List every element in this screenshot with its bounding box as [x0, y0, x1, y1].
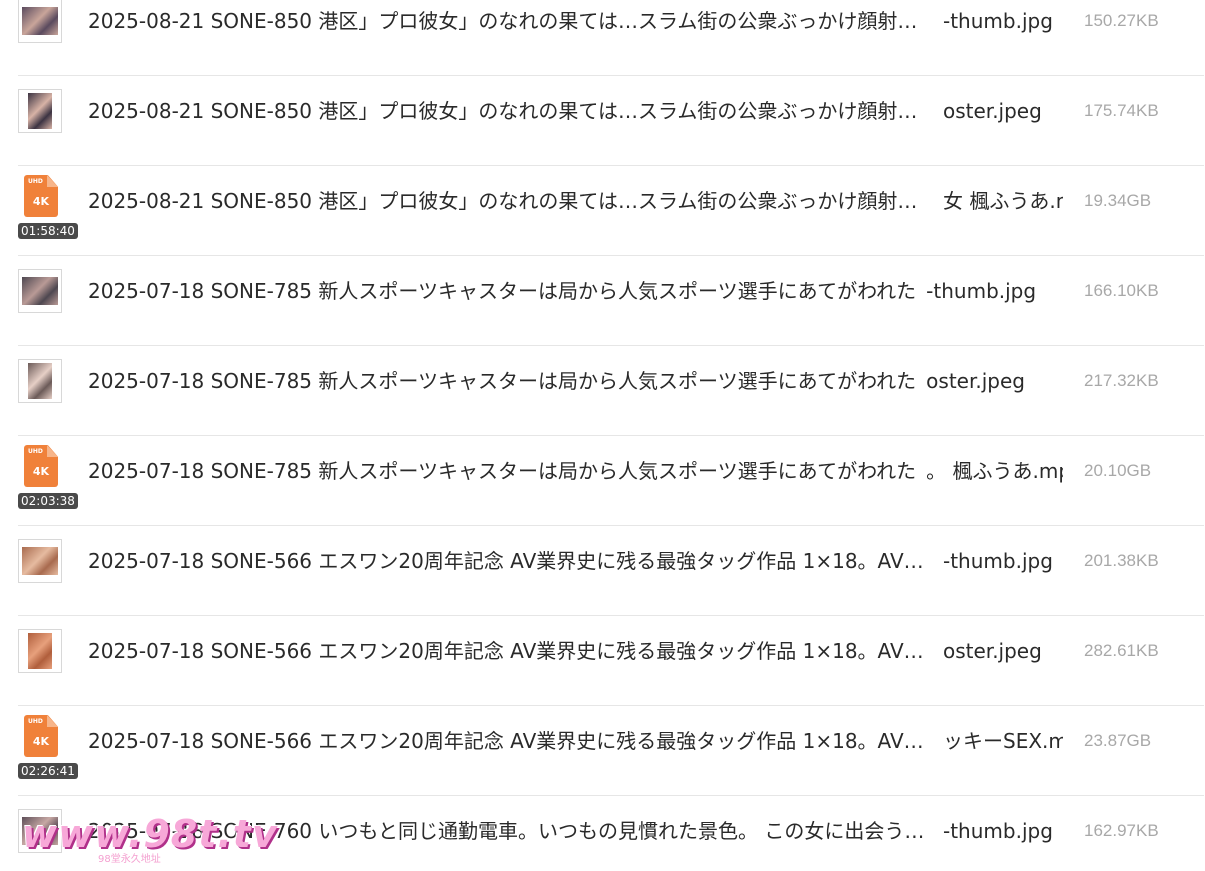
site-watermark: www.98t.tv 98堂永久地址: [22, 812, 277, 871]
uhd-label: UHD: [28, 178, 43, 185]
file-name[interactable]: 2025-08-21 SONE-850 港区」プロ彼女」のなれの果ては…スラム街…: [88, 97, 1063, 125]
watermark-subtext: 98堂永久地址: [98, 854, 161, 865]
image-thumbnail[interactable]: [18, 539, 62, 583]
file-size: 162.97KB: [1084, 821, 1159, 840]
video-4k-icon[interactable]: UHD 4K 02:03:38: [18, 445, 78, 509]
file-name[interactable]: 2025-07-18 SONE-785 新人スポーツキャスターは局から人気スポー…: [88, 367, 1063, 395]
file-name-suffix: ッキーSEX.mp4: [943, 729, 1063, 753]
file-size: 150.27KB: [1084, 11, 1159, 30]
file-name[interactable]: 2025-07-18 SONE-785 新人スポーツキャスターは局から人気スポー…: [88, 457, 1063, 485]
4k-label: 4K: [32, 195, 50, 208]
file-name-suffix: -thumb.jpg: [943, 9, 1053, 33]
file-name-suffix: -thumb.jpg: [926, 279, 1037, 303]
photo-preview-icon: [28, 93, 52, 129]
file-name-suffix: 女 楓ふうあ.mp4: [943, 189, 1063, 213]
file-name-suffix: -thumb.jpg: [943, 549, 1053, 573]
file-size: 201.38KB: [1084, 551, 1159, 570]
video-duration-badge: 01:58:40: [18, 223, 78, 239]
file-name-suffix: -thumb.jpg: [943, 819, 1053, 843]
file-size: 20.10GB: [1084, 461, 1152, 480]
video-4k-icon[interactable]: UHD 4K 02:26:41: [18, 715, 78, 779]
file-size: 23.87GB: [1084, 731, 1152, 750]
photo-preview-icon: [28, 363, 52, 399]
uhd-label: UHD: [28, 448, 43, 455]
file-name-prefix: 2025-07-18 SONE-785 新人スポーツキャスターは局から人気スポー…: [88, 279, 917, 303]
file-name-prefix: 2025-07-18 SONE-566 エスワン20周年記念 AV業界史に残る最…: [88, 549, 933, 573]
file-name-suffix: oster.jpeg: [943, 99, 1042, 123]
uhd-label: UHD: [28, 718, 43, 725]
photo-preview-icon: [22, 547, 58, 575]
image-thumbnail[interactable]: [18, 629, 62, 673]
video-duration-badge: 02:03:38: [18, 493, 78, 509]
file-size: 175.74KB: [1084, 101, 1159, 120]
file-row[interactable]: 2025-07-18 SONE-566 エスワン20周年記念 AV業界史に残る最…: [18, 616, 1204, 706]
file-row[interactable]: 2025-08-21 SONE-850 港区」プロ彼女」のなれの果ては…スラム街…: [18, 0, 1204, 76]
file-size: 166.10KB: [1084, 281, 1159, 300]
file-row[interactable]: 2025-07-18 SONE-785 新人スポーツキャスターは局から人気スポー…: [18, 256, 1204, 346]
file-row[interactable]: UHD 4K 02:03:38 2025-07-18 SONE-785 新人スポーツキ…: [18, 436, 1204, 526]
file-row[interactable]: 2025-07-18 SONE-785 新人スポーツキャスターは局から人気スポー…: [18, 346, 1204, 436]
file-name[interactable]: 2025-08-21 SONE-850 港区」プロ彼女」のなれの果ては…スラム街…: [88, 7, 1063, 35]
file-row[interactable]: 2025-08-21 SONE-850 港区」プロ彼女」のなれの果ては…スラム街…: [18, 76, 1204, 166]
4k-label: 4K: [32, 735, 50, 748]
file-name[interactable]: 2025-07-18 SONE-785 新人スポーツキャスターは局から人気スポー…: [88, 277, 1063, 305]
file-name-suffix: oster.jpeg: [926, 369, 1025, 393]
file-row[interactable]: 2025-07-18 SONE-566 エスワン20周年記念 AV業界史に残る最…: [18, 526, 1204, 616]
file-name[interactable]: 2025-07-18 SONE-566 エスワン20周年記念 AV業界史に残る最…: [88, 727, 1063, 755]
file-size: 282.61KB: [1084, 641, 1159, 660]
video-4k-icon[interactable]: UHD 4K 01:58:40: [18, 175, 78, 239]
file-name-suffix: oster.jpeg: [943, 639, 1042, 663]
file-size: 19.34GB: [1084, 191, 1152, 210]
file-name[interactable]: 2025-07-18 SONE-566 エスワン20周年記念 AV業界史に残る最…: [88, 637, 1063, 665]
photo-preview-icon: [22, 277, 58, 305]
file-name-prefix: 2025-08-21 SONE-850 港区」プロ彼女」のなれの果ては…スラム街…: [88, 189, 933, 213]
file-name-prefix: 2025-07-18 SONE-566 エスワン20周年記念 AV業界史に残る最…: [88, 729, 933, 753]
file-row[interactable]: UHD 4K 01:58:40 2025-08-21 SONE-850 港区」プロ彼女…: [18, 166, 1204, 256]
file-row[interactable]: UHD 4K 02:26:41 2025-07-18 SONE-566 エスワン20周…: [18, 706, 1204, 796]
image-thumbnail[interactable]: [18, 89, 62, 133]
file-name-prefix: 2025-07-18 SONE-566 エスワン20周年記念 AV業界史に残る最…: [88, 639, 933, 663]
file-name-prefix: 2025-07-18 SONE-785 新人スポーツキャスターは局から人気スポー…: [88, 459, 917, 483]
file-name-prefix: 2025-08-21 SONE-850 港区」プロ彼女」のなれの果ては…スラム街…: [88, 9, 933, 33]
file-name-prefix: 2025-07-18 SONE-785 新人スポーツキャスターは局から人気スポー…: [88, 369, 917, 393]
file-name-suffix: 。 楓ふうあ.mp4: [926, 459, 1063, 483]
file-name[interactable]: 2025-07-18 SONE-566 エスワン20周年記念 AV業界史に残る最…: [88, 547, 1063, 575]
image-thumbnail[interactable]: [18, 359, 62, 403]
file-name[interactable]: 2025-08-21 SONE-850 港区」プロ彼女」のなれの果ては…スラム街…: [88, 187, 1063, 215]
photo-preview-icon: [28, 633, 52, 669]
4k-label: 4K: [32, 465, 50, 478]
file-name-prefix: 2025-08-21 SONE-850 港区」プロ彼女」のなれの果ては…スラム街…: [88, 99, 933, 123]
image-thumbnail[interactable]: [18, 0, 62, 43]
video-duration-badge: 02:26:41: [18, 763, 78, 779]
file-size: 217.32KB: [1084, 371, 1159, 390]
image-thumbnail[interactable]: [18, 269, 62, 313]
photo-preview-icon: [22, 7, 58, 35]
